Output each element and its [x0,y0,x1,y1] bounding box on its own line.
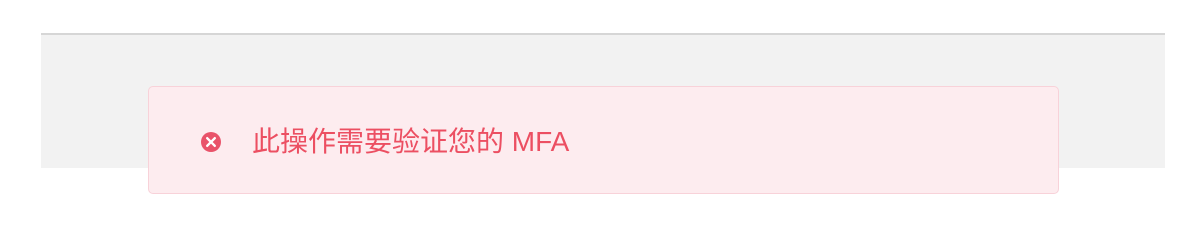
page: 此操作需要验证您的 MFA [0,0,1184,248]
alert-message: 此操作需要验证您的 MFA [252,126,570,157]
close-circle-icon [201,132,221,152]
error-alert: 此操作需要验证您的 MFA [148,86,1059,194]
